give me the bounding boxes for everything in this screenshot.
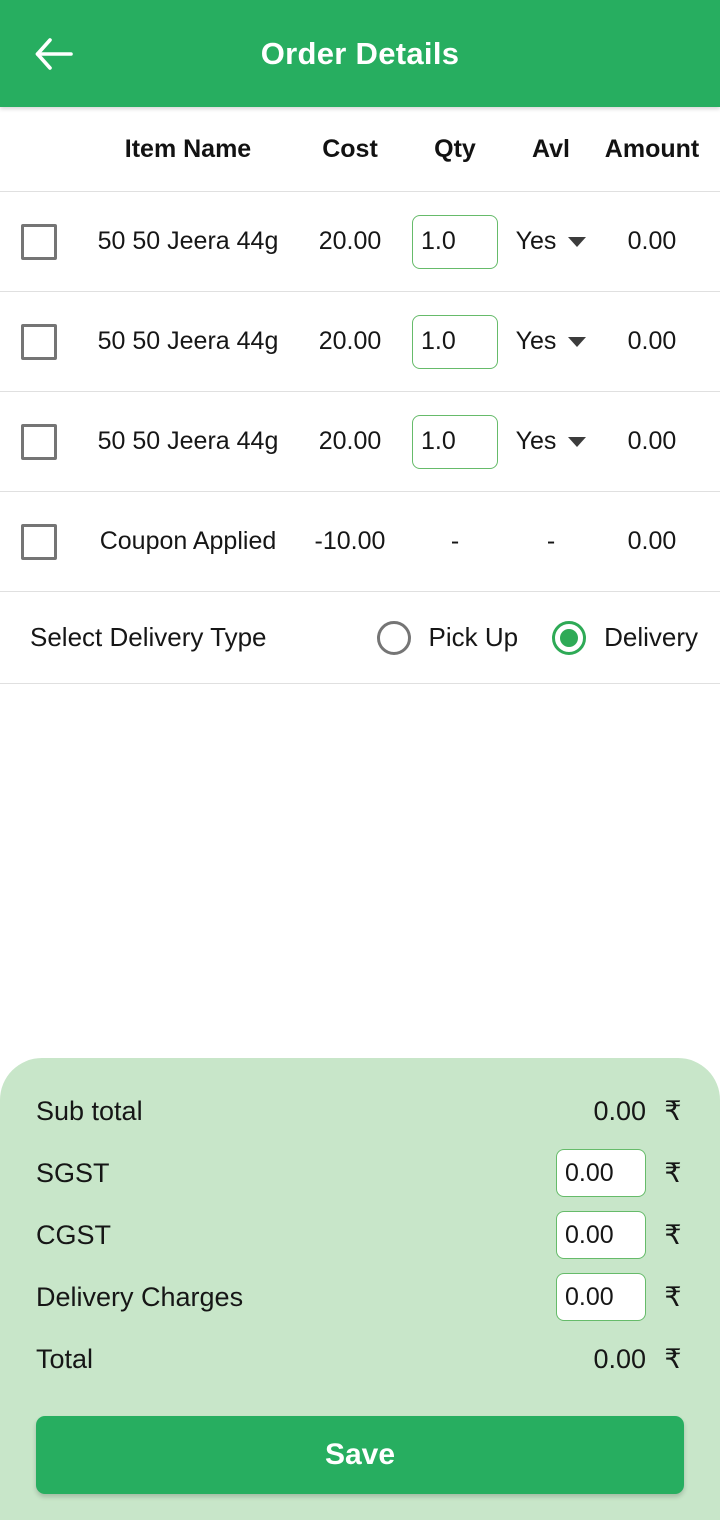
- total-label: Sub total: [36, 1095, 143, 1126]
- item-cost-cell: -10.00: [314, 527, 386, 555]
- column-header-avl: Avl: [532, 134, 570, 163]
- delivery-option-label: Pick Up: [428, 622, 519, 652]
- save-button[interactable]: Save: [36, 1416, 684, 1494]
- totals-panel: Sub total0.00₹SGST₹CGST₹Delivery Charges…: [0, 1058, 720, 1520]
- qty-input[interactable]: [412, 214, 498, 269]
- arrow-left-icon: [34, 37, 74, 71]
- chevron-down-icon: [568, 436, 587, 447]
- table-row: Coupon Applied -10.00 - - 0.00: [0, 492, 720, 592]
- chevron-down-icon: [568, 336, 587, 347]
- table-row: 50 50 Jeera 44g 20.00 Yes 0.00: [0, 292, 720, 392]
- item-cost-cell: 20.00: [318, 327, 382, 355]
- total-label: SGST: [36, 1157, 110, 1188]
- checkbox-icon[interactable]: [21, 423, 57, 460]
- checkbox-icon[interactable]: [21, 523, 57, 560]
- row-select-cell: [0, 423, 78, 460]
- rupee-icon: ₹: [664, 1157, 682, 1188]
- total-line: Total 0.00 ₹: [36, 1328, 684, 1390]
- total-amount-input[interactable]: [556, 1149, 646, 1197]
- checkbox-icon[interactable]: [21, 223, 57, 260]
- item-cost-cell: 20.00: [318, 227, 382, 255]
- row-select-cell: [0, 323, 78, 360]
- total-amount-value: 0.00: [593, 1095, 646, 1126]
- item-name-cell: 50 50 Jeera 44g: [97, 427, 279, 455]
- total-line: Delivery Charges ₹: [36, 1266, 684, 1328]
- content-spacer: [0, 684, 720, 1058]
- delivery-type-row: Select Delivery Type Pick Up Delivery: [0, 592, 720, 684]
- delivery-option-delivery[interactable]: Delivery: [552, 620, 698, 655]
- total-amount-input[interactable]: [556, 1273, 646, 1321]
- total-amount-input[interactable]: [556, 1211, 646, 1259]
- item-amount-cell: 0.00: [627, 227, 677, 255]
- avl-selected-value: Yes: [515, 227, 557, 255]
- item-qty-cell: [402, 214, 508, 269]
- item-qty-cell: [402, 314, 508, 369]
- item-avl-cell: Yes: [508, 227, 594, 256]
- column-header-qty: Qty: [434, 134, 476, 163]
- row-select-cell: [0, 223, 78, 260]
- qty-input[interactable]: [412, 314, 498, 369]
- item-avl-cell: Yes: [508, 327, 594, 356]
- avl-selected-value: Yes: [515, 327, 557, 355]
- item-qty-cell: [402, 414, 508, 469]
- total-value-group: ₹: [556, 1211, 684, 1259]
- delivery-type-radio-group: Pick Up Delivery: [376, 620, 720, 655]
- row-select-cell: [0, 523, 78, 560]
- order-details-screen: Order Details Item Name Cost Qty Avl Amo…: [0, 0, 720, 1520]
- radio-button-icon[interactable]: [376, 620, 411, 655]
- total-value-group: 0.00 ₹: [593, 1344, 684, 1375]
- radio-button-icon[interactable]: [552, 620, 587, 655]
- delivery-type-label: Select Delivery Type: [30, 622, 267, 652]
- total-line: CGST ₹: [36, 1204, 684, 1266]
- rupee-icon: ₹: [664, 1095, 682, 1126]
- delivery-option-pickup[interactable]: Pick Up: [376, 620, 519, 655]
- avl-dropdown[interactable]: Yes: [516, 327, 587, 356]
- table-row: 50 50 Jeera 44g 20.00 Yes 0.00: [0, 392, 720, 492]
- total-line: SGST ₹: [36, 1142, 684, 1204]
- rupee-icon: ₹: [664, 1343, 682, 1374]
- column-header-item-name: Item Name: [124, 134, 252, 163]
- rupee-icon: ₹: [664, 1281, 682, 1312]
- delivery-option-label: Delivery: [604, 622, 698, 652]
- qty-input[interactable]: [412, 414, 498, 469]
- total-value-group: 0.00 ₹: [593, 1096, 684, 1127]
- app-bar: Order Details: [0, 0, 720, 107]
- page-title: Order Details: [260, 35, 460, 71]
- avl-dropdown[interactable]: Yes: [516, 227, 587, 256]
- avl-placeholder-dash: -: [546, 527, 556, 555]
- total-value-group: ₹: [556, 1149, 684, 1197]
- table-row: 50 50 Jeera 44g 20.00 Yes 0.00: [0, 192, 720, 292]
- rupee-icon: ₹: [664, 1219, 682, 1250]
- total-label: CGST: [36, 1219, 112, 1250]
- qty-placeholder-dash: -: [450, 527, 460, 555]
- item-amount-cell: 0.00: [627, 527, 677, 555]
- item-cost-cell: 20.00: [318, 427, 382, 455]
- item-name-cell: Coupon Applied: [99, 527, 277, 555]
- avl-dropdown[interactable]: Yes: [516, 427, 587, 456]
- checkbox-icon[interactable]: [21, 323, 57, 360]
- item-qty-cell: -: [402, 527, 508, 556]
- item-name-cell: 50 50 Jeera 44g: [97, 327, 279, 355]
- column-header-cost: Cost: [322, 134, 378, 163]
- avl-selected-value: Yes: [515, 427, 557, 455]
- totals-list: Sub total0.00₹SGST₹CGST₹Delivery Charges…: [36, 1080, 684, 1390]
- item-name-cell: 50 50 Jeera 44g: [97, 227, 279, 255]
- total-line: Sub total 0.00 ₹: [36, 1080, 684, 1142]
- table-header-row: Item Name Cost Qty Avl Amount: [0, 107, 720, 192]
- item-amount-cell: 0.00: [627, 327, 677, 355]
- item-avl-cell: Yes: [508, 427, 594, 456]
- order-items-list: 50 50 Jeera 44g20.00Yes0.0050 50 Jeera 4…: [0, 192, 720, 592]
- column-header-amount: Amount: [604, 134, 700, 163]
- item-avl-cell: -: [508, 527, 594, 556]
- total-label: Total: [36, 1343, 94, 1374]
- total-amount-value: 0.00: [593, 1343, 646, 1374]
- item-amount-cell: 0.00: [627, 427, 677, 455]
- back-button[interactable]: [18, 18, 90, 90]
- total-label: Delivery Charges: [36, 1281, 244, 1312]
- total-value-group: ₹: [556, 1273, 684, 1321]
- chevron-down-icon: [568, 236, 587, 247]
